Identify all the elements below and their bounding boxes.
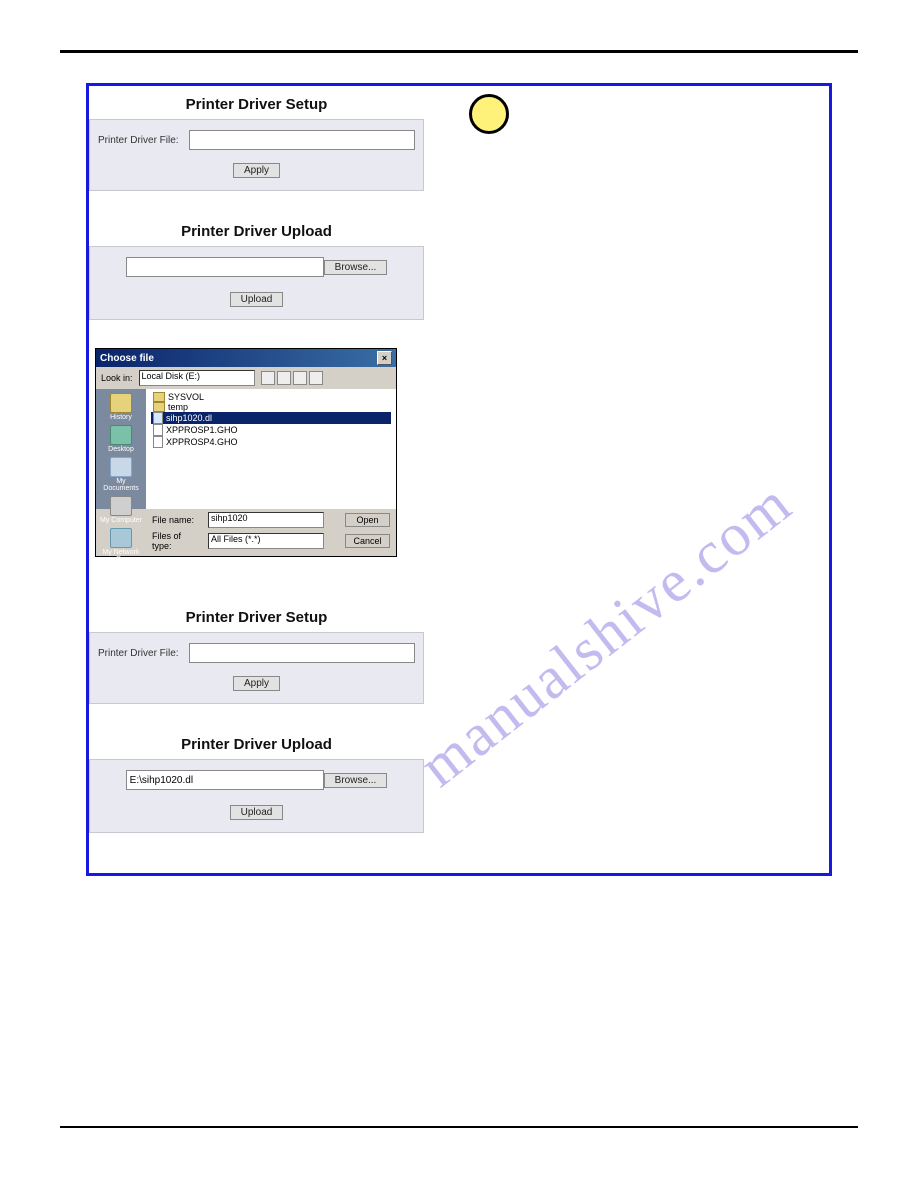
- setup2-driver-file-input[interactable]: [189, 643, 415, 663]
- back-icon[interactable]: [261, 371, 275, 385]
- upload1-upload-button[interactable]: Upload: [230, 292, 284, 307]
- upload2-browse-button[interactable]: Browse...: [324, 773, 388, 788]
- folder-icon: [153, 392, 165, 402]
- file-icon: [153, 424, 163, 436]
- desktop-icon: [110, 425, 132, 445]
- page-top-rule: [60, 50, 858, 53]
- filename-input[interactable]: sihp1020: [208, 512, 324, 528]
- dialog-close-button[interactable]: ×: [377, 351, 392, 365]
- dialog-nav-icons: [261, 371, 323, 385]
- upload2-upload-button[interactable]: Upload: [230, 805, 284, 820]
- choose-file-dialog: Choose file × Look in: Local Disk (E:): [95, 348, 397, 557]
- cancel-button[interactable]: Cancel: [345, 534, 390, 548]
- sidebar-desktop[interactable]: Desktop: [100, 425, 142, 453]
- sidebar-history[interactable]: History: [100, 393, 142, 421]
- setup2-label: Printer Driver File:: [98, 648, 179, 659]
- filetype-label: Files of type:: [152, 531, 202, 551]
- filetype-dropdown[interactable]: All Files (*.*): [208, 533, 324, 549]
- sidebar-computer[interactable]: My Computer: [100, 496, 142, 524]
- setup1-label: Printer Driver File:: [98, 135, 179, 146]
- list-item-selected[interactable]: sihp1020.dl: [151, 412, 391, 424]
- setup1-title: Printer Driver Setup: [89, 86, 424, 119]
- upload2-title: Printer Driver Upload: [89, 726, 424, 759]
- file-icon: [153, 412, 163, 424]
- upload1-title: Printer Driver Upload: [89, 213, 424, 246]
- dialog-titlebar: Choose file ×: [96, 349, 396, 367]
- setup2-apply-button[interactable]: Apply: [233, 676, 280, 691]
- filename-label: File name:: [152, 515, 202, 525]
- main-blue-frame: Printer Driver Setup Printer Driver File…: [86, 83, 832, 876]
- content-column: Printer Driver Setup Printer Driver File…: [89, 86, 424, 873]
- open-button[interactable]: Open: [345, 513, 390, 527]
- sidebar-network[interactable]: My Network P...: [100, 528, 142, 563]
- lookin-dropdown[interactable]: Local Disk (E:): [139, 370, 255, 386]
- history-icon: [110, 393, 132, 413]
- list-item[interactable]: temp: [151, 402, 391, 412]
- page-bottom-rule: [60, 1126, 858, 1128]
- upload1-form: Browse... Upload: [89, 246, 424, 320]
- setup2-title: Printer Driver Setup: [89, 599, 424, 632]
- lookin-label: Look in:: [101, 373, 133, 383]
- upload2-file-input[interactable]: [126, 770, 324, 790]
- dialog-title: Choose file: [100, 353, 154, 364]
- list-item[interactable]: XPPROSP1.GHO: [151, 424, 391, 436]
- upload2-form: Browse... Upload: [89, 759, 424, 833]
- callout-circle-icon: [469, 94, 509, 134]
- up-icon[interactable]: [277, 371, 291, 385]
- views-icon[interactable]: [309, 371, 323, 385]
- list-item[interactable]: XPPROSP4.GHO: [151, 436, 391, 448]
- upload1-file-input[interactable]: [126, 257, 324, 277]
- setup1-apply-button[interactable]: Apply: [233, 163, 280, 178]
- dialog-toolbar: Look in: Local Disk (E:): [96, 367, 396, 389]
- list-item[interactable]: SYSVOL: [151, 392, 391, 402]
- dialog-sidebar: History Desktop My Documents My Com: [96, 389, 146, 509]
- documents-icon: [110, 457, 132, 477]
- upload1-browse-button[interactable]: Browse...: [324, 260, 388, 275]
- computer-icon: [110, 496, 132, 516]
- file-icon: [153, 436, 163, 448]
- folder-icon: [153, 402, 165, 412]
- network-icon: [110, 528, 132, 548]
- sidebar-documents[interactable]: My Documents: [100, 457, 142, 492]
- new-folder-icon[interactable]: [293, 371, 307, 385]
- setup1-form: Printer Driver File: Apply: [89, 119, 424, 191]
- setup2-form: Printer Driver File: Apply: [89, 632, 424, 704]
- file-list[interactable]: SYSVOL temp sihp1020.dl XPPROSP1.GHO XPP…: [146, 389, 396, 509]
- setup1-driver-file-input[interactable]: [189, 130, 415, 150]
